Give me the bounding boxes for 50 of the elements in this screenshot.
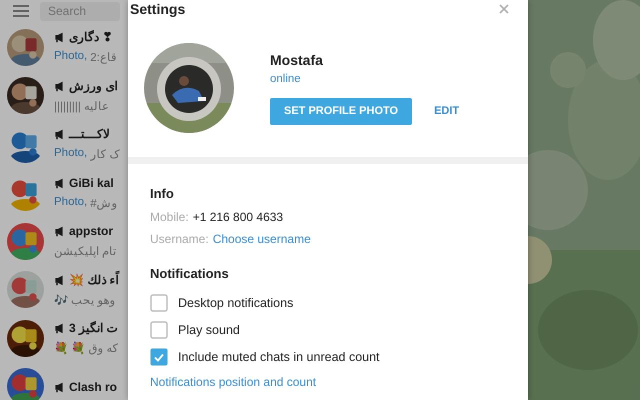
field-label: Mobile: bbox=[150, 210, 189, 226]
search-field[interactable]: Search bbox=[40, 2, 120, 20]
chat-title: Clash ro bbox=[69, 380, 118, 394]
option-label: Play sound bbox=[178, 322, 240, 336]
chat-title: 💥 اًء ذلك bbox=[69, 272, 119, 287]
chat-preview: ک کار bbox=[90, 148, 120, 162]
section-heading: Info bbox=[150, 186, 174, 201]
checkbox[interactable] bbox=[150, 294, 168, 312]
status-text: online bbox=[270, 72, 302, 84]
chat-title: appstor bbox=[69, 224, 114, 238]
megaphone-icon bbox=[54, 225, 64, 238]
option-label: Include muted chats in unread count bbox=[178, 350, 380, 364]
chat-preview: 🎶 وهو یحب bbox=[54, 294, 116, 307]
section-heading: Notifications bbox=[150, 266, 229, 281]
profile-name: Mostafa bbox=[270, 52, 324, 68]
chat-title: ت انگیز 3 bbox=[69, 321, 118, 336]
chat-preview: ||||||||| عالیه bbox=[54, 100, 110, 113]
chat-preview: 2:قاع bbox=[90, 51, 117, 64]
megaphone-icon bbox=[54, 176, 64, 189]
chat-title: ای ورزش bbox=[69, 78, 118, 93]
chat-item[interactable]: ای ورزش ||||||||| عالیه bbox=[0, 72, 128, 120]
edit-button[interactable]: EDIT bbox=[420, 101, 474, 121]
media-label: Photo, bbox=[54, 50, 88, 64]
chat-title: GiBi kal bbox=[69, 176, 114, 190]
chat-preview: #وش bbox=[90, 196, 118, 210]
dialog-title: Settings bbox=[130, 1, 186, 17]
close-icon[interactable] bbox=[498, 3, 510, 15]
chat-item[interactable]: ت انگیز 3 💐 💐 که وق bbox=[0, 314, 128, 362]
megaphone-icon bbox=[54, 380, 64, 393]
option-label: Desktop notifications bbox=[178, 296, 294, 310]
field-label: Username: bbox=[150, 232, 209, 248]
chat-item[interactable]: Clash ro bbox=[0, 362, 128, 400]
chat-title: لاکـــتـــ bbox=[69, 127, 110, 142]
megaphone-icon bbox=[54, 322, 64, 334]
username-link[interactable]: Choose username bbox=[212, 232, 311, 254]
menu-icon[interactable] bbox=[12, 2, 30, 20]
megaphone-icon bbox=[54, 128, 64, 140]
chat-preview: 💐 💐 که وق bbox=[54, 341, 119, 356]
media-label: Photo, bbox=[54, 196, 88, 210]
checkbox[interactable] bbox=[150, 348, 168, 366]
chat-title: دگاری ❣ bbox=[69, 30, 112, 44]
megaphone-icon bbox=[54, 80, 64, 92]
megaphone-icon bbox=[54, 274, 64, 286]
megaphone-icon bbox=[54, 31, 64, 44]
notifications-link[interactable]: Notifications position and count bbox=[150, 375, 316, 389]
media-label: Photo, bbox=[54, 147, 88, 162]
checkbox[interactable] bbox=[150, 320, 168, 338]
chat-preview: تام اپلیکیشن bbox=[54, 245, 116, 258]
field-value: +1 216 800 4633 bbox=[192, 210, 284, 226]
chat-item[interactable]: 💥 اًء ذلك 🎶 وهو یحب bbox=[0, 266, 128, 314]
